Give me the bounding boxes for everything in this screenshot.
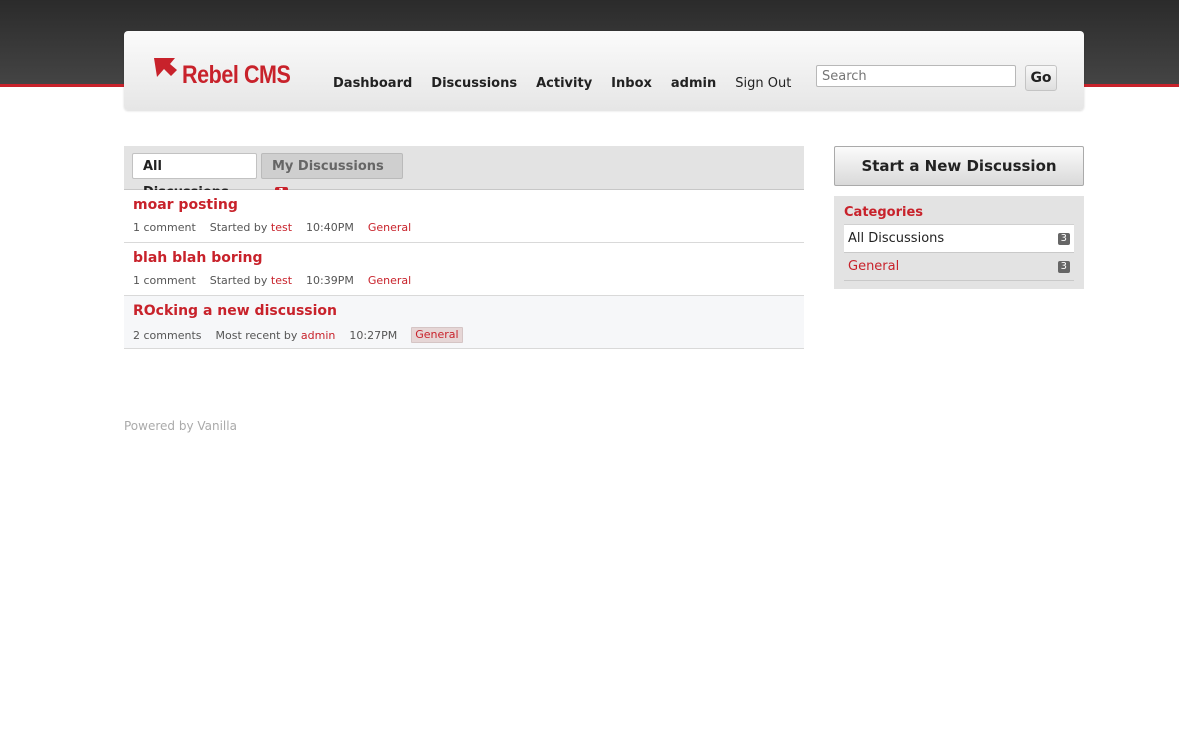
started-by-label: Started by (209, 274, 268, 287)
discussion-row: moar posting 1 comment Started by test 1… (124, 190, 804, 243)
comment-count: 1 comment (133, 221, 196, 234)
author-link[interactable]: test (271, 274, 292, 287)
nav-sign-out[interactable]: Sign Out (735, 76, 791, 91)
category-link[interactable]: General (411, 327, 463, 343)
start-new-discussion-button[interactable]: Start a New Discussion (834, 146, 1084, 186)
category-link[interactable]: General (368, 274, 411, 287)
search-go-button[interactable]: Go (1025, 65, 1057, 91)
nav-admin[interactable]: admin (671, 76, 716, 91)
discussion-time: 10:40PM (306, 221, 354, 234)
discussion-title[interactable]: ROcking a new discussion (133, 303, 337, 319)
category-link[interactable]: General (368, 221, 411, 234)
discussion-row: ROcking a new discussion 2 comments Most… (124, 296, 804, 349)
discussion-meta: 1 comment Started by test 10:40PM Genera… (133, 221, 411, 234)
category-item-general[interactable]: General 3 (844, 253, 1074, 281)
discussion-meta: 2 comments Most recent by admin 10:27PM … (133, 327, 463, 343)
nav-discussions[interactable]: Discussions (431, 76, 517, 91)
tab-my-discussions[interactable]: My Discussions1 (261, 153, 403, 199)
category-count-badge: 3 (1057, 261, 1070, 273)
search-input[interactable] (816, 65, 1016, 87)
nav-inbox[interactable]: Inbox (611, 76, 652, 91)
logo[interactable]: Rebel CMS (153, 56, 308, 92)
author-link[interactable]: admin (301, 329, 335, 342)
discussion-meta: 1 comment Started by test 10:39PM Genera… (133, 274, 411, 287)
nav-dashboard[interactable]: Dashboard (333, 76, 412, 91)
tab-mine-label: My Discussions (272, 159, 384, 174)
discussion-title[interactable]: blah blah boring (133, 250, 263, 266)
discussion-tabs: All Discussions My Discussions1 (124, 146, 804, 200)
logo-text: Rebel CMS (182, 61, 291, 89)
category-item-all[interactable]: All Discussions 3 (844, 224, 1074, 253)
flag-arrow-icon (154, 58, 177, 77)
discussion-title[interactable]: moar posting (133, 197, 238, 213)
nav-activity[interactable]: Activity (536, 76, 592, 91)
category-count-badge: 3 (1057, 233, 1070, 245)
category-label: All Discussions (848, 231, 945, 246)
started-by-label: Started by (209, 221, 268, 234)
categories-box: Categories All Discussions 3 General 3 (834, 196, 1084, 289)
main-nav: Dashboard Discussions Activity Inbox adm… (333, 76, 810, 91)
comment-count: 1 comment (133, 274, 196, 287)
discussion-time: 10:39PM (306, 274, 354, 287)
most-recent-by-label: Most recent by (215, 328, 298, 342)
comment-count: 2 comments (133, 328, 202, 342)
tab-all-discussions[interactable]: All Discussions (132, 153, 257, 200)
header: Rebel CMS Dashboard Discussions Activity… (124, 31, 1084, 110)
category-label: General (848, 259, 900, 274)
discussions-panel: All Discussions My Discussions1 moar pos… (124, 146, 804, 349)
powered-by-link[interactable]: Powered by Vanilla (124, 419, 237, 433)
discussion-time: 10:27PM (349, 328, 398, 342)
author-link[interactable]: test (271, 221, 292, 234)
discussion-row: blah blah boring 1 comment Started by te… (124, 243, 804, 296)
categories-heading: Categories (844, 205, 924, 220)
